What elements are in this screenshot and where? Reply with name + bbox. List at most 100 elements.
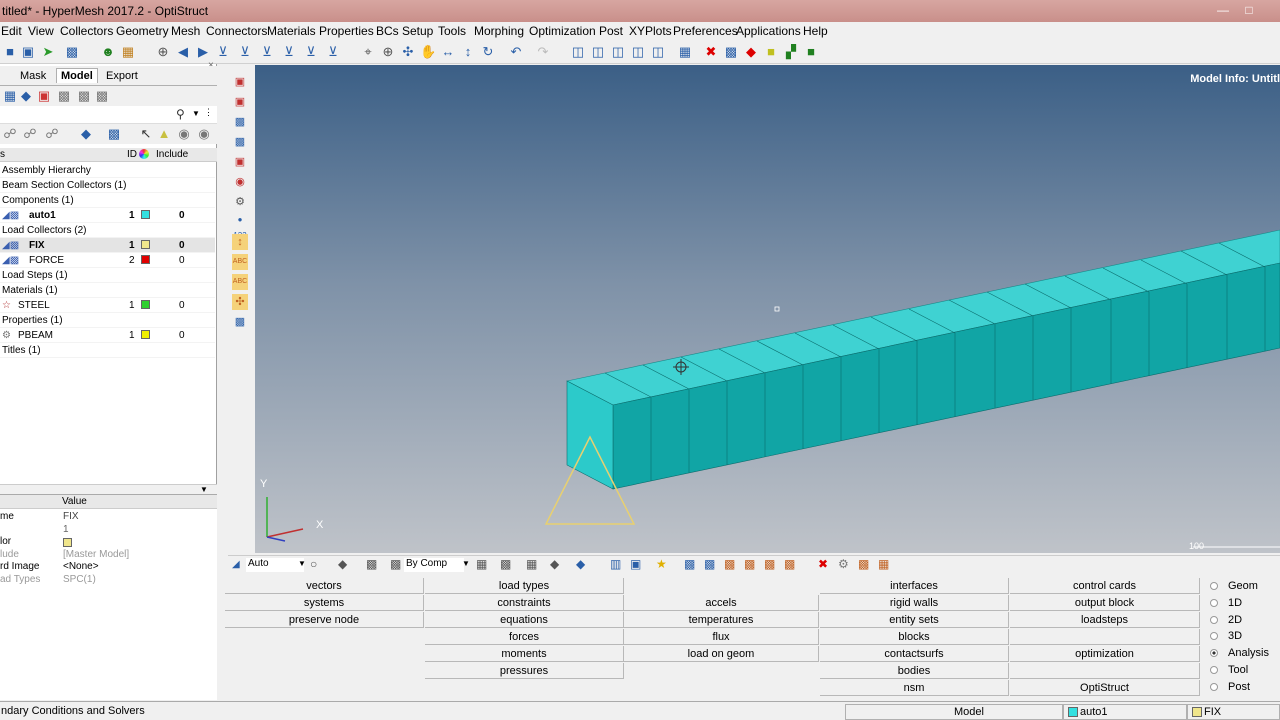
- display-reverse-icon[interactable]: ☍: [44, 126, 60, 142]
- view-front-icon[interactable]: ⊻: [303, 44, 319, 60]
- color-swatch[interactable]: [141, 210, 150, 219]
- visualize-1-icon[interactable]: ▩: [684, 557, 695, 571]
- element-shrink-icon[interactable]: ▦: [526, 557, 537, 571]
- wireframe-icon[interactable]: ▩: [232, 134, 248, 150]
- prop-row-load-types[interactable]: ad Types SPC(1): [0, 574, 217, 587]
- panel-pressures[interactable]: pressures: [425, 663, 624, 679]
- prop-row-include[interactable]: lude [Master Model]: [0, 549, 217, 562]
- page-icon[interactable]: ▦: [677, 44, 693, 60]
- menu-post[interactable]: Post: [599, 24, 623, 38]
- menu-properties[interactable]: Properties: [319, 24, 374, 38]
- translate-y-icon[interactable]: ↕: [460, 44, 476, 60]
- menu-xyplots[interactable]: XYPlots: [629, 24, 672, 38]
- save-icon[interactable]: ▣: [20, 44, 36, 60]
- tree-row-fix[interactable]: ◢▩ FIX 1 0: [0, 238, 215, 253]
- window-layout-4-icon[interactable]: ◫: [630, 44, 646, 60]
- user-profile-icon[interactable]: ■: [803, 44, 819, 60]
- menu-preferences[interactable]: Preferences: [673, 24, 738, 38]
- wireframe-mode-icon[interactable]: ▦: [476, 557, 487, 571]
- chevron-down-icon[interactable]: ▼: [298, 559, 306, 568]
- numbers-icon[interactable]: ●123: [232, 212, 248, 240]
- menu-view[interactable]: View: [28, 24, 54, 38]
- measure-icon[interactable]: ↕: [232, 234, 248, 250]
- radio-post[interactable]: Post: [1210, 681, 1250, 693]
- sphere-icon[interactable]: ◉: [232, 174, 248, 190]
- favorite-star-icon[interactable]: ★: [656, 557, 667, 571]
- panel-entity-sets[interactable]: entity sets: [820, 612, 1009, 628]
- element-display-icon[interactable]: ▣: [232, 94, 248, 110]
- tools-icon[interactable]: ⚙: [838, 557, 849, 571]
- show-icon[interactable]: ◉: [176, 126, 192, 142]
- panel-load-on-geom[interactable]: load on geom: [624, 646, 819, 662]
- visualize-4-icon[interactable]: ▩: [744, 557, 755, 571]
- tree-row-titles[interactable]: Titles (1): [0, 343, 215, 358]
- menu-help[interactable]: Help: [803, 24, 828, 38]
- view-left-icon[interactable]: ⊻: [259, 44, 275, 60]
- open-icon[interactable]: ■: [2, 44, 18, 60]
- next-view-icon[interactable]: ▶: [195, 44, 211, 60]
- panel-accels[interactable]: accels: [624, 595, 819, 611]
- tree-row-pbeam[interactable]: ⚙ PBEAM 1 0: [0, 328, 215, 343]
- panel-vectors[interactable]: vectors: [225, 578, 424, 594]
- window-layout-2-icon[interactable]: ◫: [590, 44, 606, 60]
- contour-icon[interactable]: ▦: [878, 557, 889, 571]
- select-mode-icon[interactable]: ◢: [232, 559, 240, 570]
- cube-icon[interactable]: ▩: [366, 557, 377, 571]
- header-id[interactable]: ID: [127, 149, 137, 160]
- status-model[interactable]: Model: [845, 704, 1063, 720]
- search-options-icon[interactable]: ⋮: [204, 107, 213, 118]
- minimize-icon[interactable]: —: [1212, 2, 1234, 18]
- menu-collectors[interactable]: Collectors: [60, 24, 113, 38]
- clear-icon[interactable]: ✖: [818, 557, 828, 571]
- tree-row-load-collectors[interactable]: Load Collectors (2): [0, 223, 215, 238]
- spin-icon[interactable]: ↻: [480, 44, 496, 60]
- visualize-2-icon[interactable]: ▩: [704, 557, 715, 571]
- prop-row-id[interactable]: 1: [0, 524, 217, 537]
- shaded-mode-icon[interactable]: ▩: [500, 557, 511, 571]
- tab-model[interactable]: Model: [56, 68, 98, 83]
- splitter[interactable]: ▼: [0, 484, 217, 494]
- panel-flux[interactable]: flux: [624, 629, 819, 645]
- tree-row-components[interactable]: Components (1): [0, 193, 215, 208]
- window-layout-1-icon[interactable]: ◫: [570, 44, 586, 60]
- status-load-collector[interactable]: FIX: [1187, 704, 1280, 720]
- rotate-icon[interactable]: ✣: [400, 44, 416, 60]
- collapse-icon[interactable]: ▩: [94, 88, 110, 104]
- tree-row-load-steps[interactable]: Load Steps (1): [0, 268, 215, 283]
- radio-analysis[interactable]: Analysis: [1210, 647, 1269, 659]
- radio-2d[interactable]: 2D: [1210, 614, 1242, 626]
- expand-icon[interactable]: ▦: [2, 88, 18, 104]
- menu-materials[interactable]: Materials: [267, 24, 316, 38]
- menu-mesh[interactable]: Mesh: [171, 24, 200, 38]
- panel-output-block[interactable]: output block: [1010, 595, 1200, 611]
- translate-x-icon[interactable]: ↔: [440, 44, 456, 60]
- prop-value[interactable]: <None>: [63, 561, 99, 572]
- mask-icon[interactable]: ◆: [743, 44, 759, 60]
- tree-row-steel[interactable]: ☆ STEEL 1 0: [0, 298, 215, 313]
- clip-icon[interactable]: ▩: [232, 314, 248, 330]
- graphics-area[interactable]: Model Info: Untitl Y X 100: [255, 65, 1280, 553]
- display-none-icon[interactable]: ☍: [22, 126, 38, 142]
- panel-optistruct[interactable]: OptiStruct: [1010, 680, 1200, 696]
- model-canvas[interactable]: [255, 65, 1280, 553]
- spring-icon[interactable]: ⚙: [232, 194, 248, 210]
- tree-row-auto1[interactable]: ◢▩ auto1 1 0: [0, 208, 215, 223]
- isolate-icon[interactable]: ◆: [78, 126, 94, 142]
- pan-icon[interactable]: ✋: [420, 44, 436, 60]
- color-swatch[interactable]: [141, 240, 150, 249]
- color-swatch[interactable]: [63, 538, 72, 547]
- select-cursor-icon[interactable]: ↖: [138, 126, 154, 142]
- tab-export[interactable]: Export: [106, 70, 138, 82]
- visualize-6-icon[interactable]: ▩: [784, 557, 795, 571]
- maximize-icon[interactable]: □: [1238, 2, 1260, 18]
- browser-search[interactable]: ⚲ ▼ ⋮: [0, 106, 217, 124]
- lasso-icon[interactable]: ○: [310, 557, 317, 571]
- header-name[interactable]: s: [0, 149, 5, 160]
- settings-icon[interactable]: ▩: [858, 557, 869, 571]
- panel-interfaces[interactable]: interfaces: [820, 578, 1009, 594]
- chevron-down-icon[interactable]: ▼: [200, 485, 208, 494]
- menu-morphing[interactable]: Morphing: [474, 24, 524, 38]
- library-icon[interactable]: ▦: [120, 44, 136, 60]
- prop-value[interactable]: FIX: [63, 511, 79, 522]
- panel-constraints[interactable]: constraints: [425, 595, 624, 611]
